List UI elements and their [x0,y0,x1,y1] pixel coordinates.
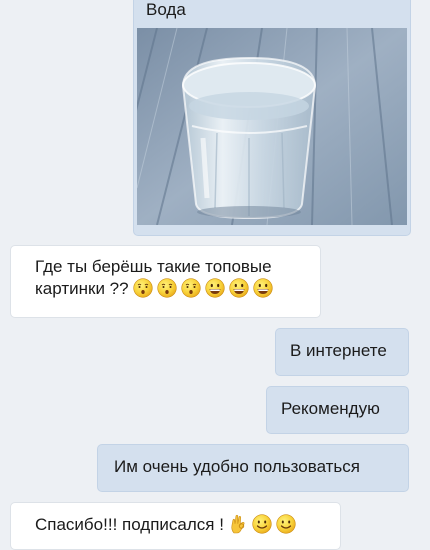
message-text: Рекомендую [281,399,380,418]
message-text-line: Где ты берёшь такие топовые [35,257,272,276]
message-text: Спасибо!!! подписался ! [35,515,224,534]
message-text-line: картинки ?? [35,279,129,298]
grinning-face-emoji [205,278,225,298]
incoming-message[interactable]: Где ты берёшь такие топовые картинки ?? [10,245,321,318]
photo-caption: Вода [146,0,186,19]
photo-message[interactable]: Вода [133,0,411,236]
outgoing-message[interactable]: В интернете [275,328,409,376]
outgoing-message[interactable]: Им очень удобно пользоваться [97,444,409,492]
hushed-face-emoji [133,278,153,298]
ok-hand-emoji [228,514,248,534]
message-text-line-with-emojis: картинки ?? [35,278,306,300]
message-text: В интернете [290,341,387,360]
message-text: Им очень удобно пользоваться [114,457,360,476]
smiling-face-emoji [276,514,296,534]
grinning-face-emoji [229,278,249,298]
incoming-message[interactable]: Спасибо!!! подписался ! [10,502,341,550]
glass-of-water-photo[interactable] [137,28,407,225]
hushed-face-emoji [181,278,201,298]
hushed-face-emoji [157,278,177,298]
grinning-face-emoji [253,278,273,298]
smiling-face-emoji [252,514,272,534]
outgoing-message[interactable]: Рекомендую [266,386,409,434]
